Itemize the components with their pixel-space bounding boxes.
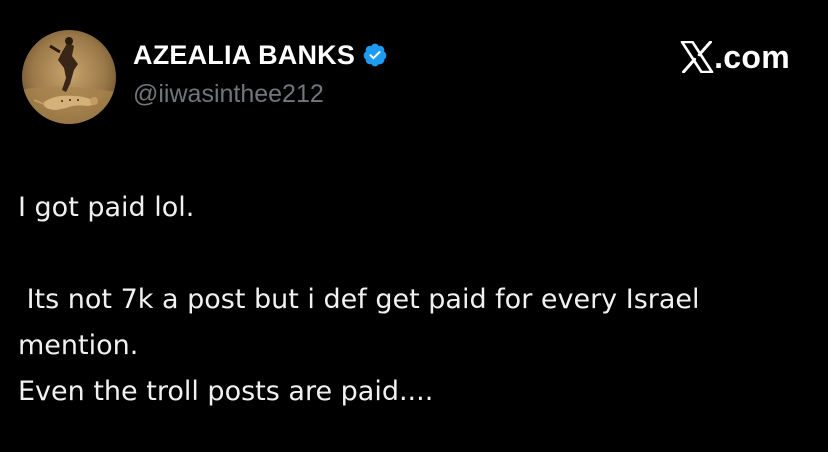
author-display-name[interactable]: AZEALIA BANKS xyxy=(133,40,355,71)
avatar-image xyxy=(22,30,116,124)
tweet-line: Its not 7k a post but i def get paid for… xyxy=(18,284,700,315)
tweet-line: Even the troll posts are paid.... xyxy=(18,376,434,407)
verified-badge-icon xyxy=(362,42,388,68)
author-name-row: AZEALIA BANKS xyxy=(133,38,388,72)
x-logo-icon xyxy=(680,40,714,74)
tweet-line xyxy=(18,231,818,277)
avatar[interactable] xyxy=(22,30,116,124)
tweet-line: I got paid lol. xyxy=(18,192,195,223)
x-brand-watermark: .com xyxy=(680,38,790,76)
author-handle[interactable]: @iiwasinthee212 xyxy=(133,80,324,109)
tweet-line: mention. xyxy=(18,330,139,361)
brand-domain-text: .com xyxy=(714,38,790,75)
tweet-text: I got paid lol. Its not 7k a post but i … xyxy=(18,185,818,415)
